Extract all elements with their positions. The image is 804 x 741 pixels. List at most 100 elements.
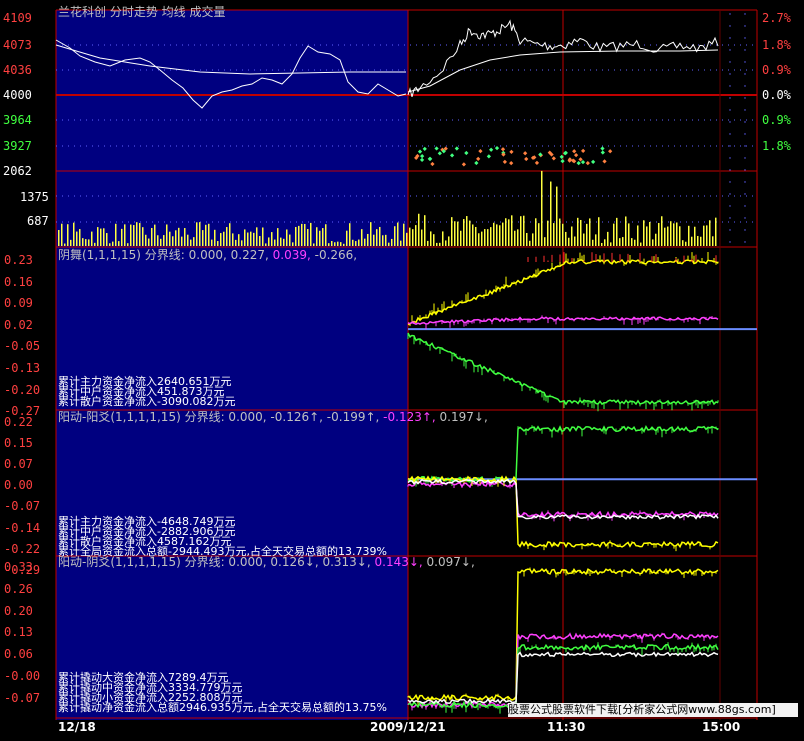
stock-chart-canvas[interactable] bbox=[0, 0, 804, 741]
indicator1-tick: 0.23 bbox=[4, 253, 33, 267]
indicator3-tick: -0.07 bbox=[4, 690, 41, 705]
volume-bar bbox=[658, 222, 660, 246]
volume-bar bbox=[700, 236, 702, 246]
indicator1-tick: -0.05 bbox=[4, 339, 41, 354]
grid-dot bbox=[744, 85, 746, 87]
volume-bar bbox=[241, 240, 243, 246]
volume-bar bbox=[424, 215, 426, 246]
price-tick-4036: 4036 bbox=[3, 63, 32, 77]
volume-bar bbox=[559, 218, 561, 246]
volume-bar bbox=[280, 237, 282, 246]
volume-bar bbox=[562, 223, 564, 246]
volume-bar bbox=[484, 229, 486, 246]
volume-bar bbox=[502, 222, 504, 246]
volume-bar bbox=[130, 224, 132, 246]
volume-bar bbox=[250, 231, 252, 246]
volume-bar bbox=[265, 243, 267, 246]
volume-bar bbox=[367, 233, 369, 246]
volume-bar bbox=[577, 217, 579, 246]
grid-dot bbox=[744, 229, 746, 231]
grid-dot bbox=[744, 13, 746, 15]
volume-bar bbox=[337, 241, 339, 246]
volume-bar bbox=[73, 222, 75, 246]
volume-bar bbox=[244, 229, 246, 246]
volume-bar bbox=[466, 216, 468, 246]
grid-dot bbox=[744, 157, 746, 159]
volume-bar bbox=[706, 225, 708, 246]
volume-bar bbox=[403, 223, 405, 246]
volume-bar bbox=[343, 243, 345, 246]
volume-bar bbox=[124, 224, 126, 246]
volume-bar bbox=[517, 229, 519, 246]
volume-bar bbox=[628, 223, 630, 246]
volume-bar bbox=[511, 215, 513, 246]
volume-bar bbox=[163, 235, 165, 246]
price-tick-4109: 4109 bbox=[3, 11, 32, 25]
volume-bar bbox=[331, 241, 333, 246]
volume-tick-1375: 1375 bbox=[20, 190, 49, 204]
volume-bar bbox=[580, 219, 582, 246]
volume-bar bbox=[715, 217, 717, 246]
volume-bar bbox=[568, 237, 570, 246]
volume-bar bbox=[457, 221, 459, 246]
volume-bar bbox=[82, 238, 84, 246]
grid-dot bbox=[729, 73, 731, 75]
volume-bar bbox=[103, 228, 105, 246]
volume-bar bbox=[544, 237, 546, 246]
volume-bar bbox=[646, 226, 648, 246]
volume-bar bbox=[667, 226, 669, 246]
volume-bar bbox=[283, 238, 285, 246]
volume-bar bbox=[526, 232, 528, 246]
pct-tick-neg0.9: 0.9% bbox=[762, 113, 791, 127]
volume-bar bbox=[436, 242, 438, 246]
indicator1-title-prefix: 阴舞(1,1,1,15) 分界线: 0.000, 0.227, bbox=[58, 248, 273, 262]
volume-bar bbox=[307, 229, 309, 246]
grid-dot bbox=[744, 169, 746, 171]
volume-bar bbox=[334, 242, 336, 246]
grid-dot bbox=[729, 229, 731, 231]
indicator2-tick: -0.22 bbox=[4, 541, 41, 556]
indicator2-title: 阳动-阳爻(1,1,1,1,15) 分界线: 0.000, -0.126↑, -… bbox=[58, 411, 488, 424]
grid-dot bbox=[744, 133, 746, 135]
volume-bar bbox=[205, 224, 207, 246]
volume-bar bbox=[187, 234, 189, 246]
volume-bar bbox=[235, 239, 237, 246]
indicator3-tick: 0.26 bbox=[4, 581, 33, 596]
volume-bar bbox=[679, 226, 681, 246]
grid-dot bbox=[744, 145, 746, 147]
volume-bar bbox=[514, 230, 516, 246]
volume-bar bbox=[637, 225, 639, 246]
volume-bar bbox=[691, 236, 693, 246]
volume-bar bbox=[670, 221, 672, 246]
volume-bar bbox=[631, 238, 633, 246]
grid-dot bbox=[729, 109, 731, 111]
indicator3-title-prefix: 阳动-阴爻(1,1,1,1,15) 分界线: 0.000, 0.126↓, 0.… bbox=[58, 555, 375, 569]
volume-bar bbox=[70, 239, 72, 246]
volume-bar bbox=[535, 218, 537, 246]
volume-bar bbox=[199, 222, 201, 246]
indicator1-summary-retail: 累计散户资金净流入-3090.082万元 bbox=[58, 395, 236, 408]
grid-dot bbox=[744, 217, 746, 219]
volume-bar bbox=[304, 223, 306, 246]
pct-tick-neg1.8: 1.8% bbox=[762, 139, 791, 153]
volume-bar bbox=[358, 239, 360, 246]
volume-bar bbox=[676, 222, 678, 246]
indicator2-tick: 0.22 bbox=[4, 415, 33, 429]
volume-bar bbox=[115, 223, 117, 246]
indicator3-tick: 0.33 bbox=[4, 560, 33, 574]
volume-tick-2062: 2062 bbox=[3, 164, 32, 178]
volume-bar bbox=[190, 239, 192, 246]
volume-bar bbox=[550, 181, 552, 246]
indicator3-tick: 0.20 bbox=[4, 603, 33, 618]
volume-bar bbox=[229, 223, 231, 246]
price-tick-3964: 3964 bbox=[3, 113, 32, 127]
grid-dot bbox=[729, 169, 731, 171]
volume-bar bbox=[217, 241, 219, 246]
volume-bar bbox=[346, 230, 348, 246]
volume-bar bbox=[133, 225, 135, 246]
volume-bar bbox=[382, 235, 384, 246]
volume-bar bbox=[247, 232, 249, 246]
price-tick-3927: 3927 bbox=[3, 139, 32, 153]
indicator2-title-v4: -0.123↑, bbox=[383, 410, 436, 424]
volume-bar bbox=[496, 224, 498, 246]
